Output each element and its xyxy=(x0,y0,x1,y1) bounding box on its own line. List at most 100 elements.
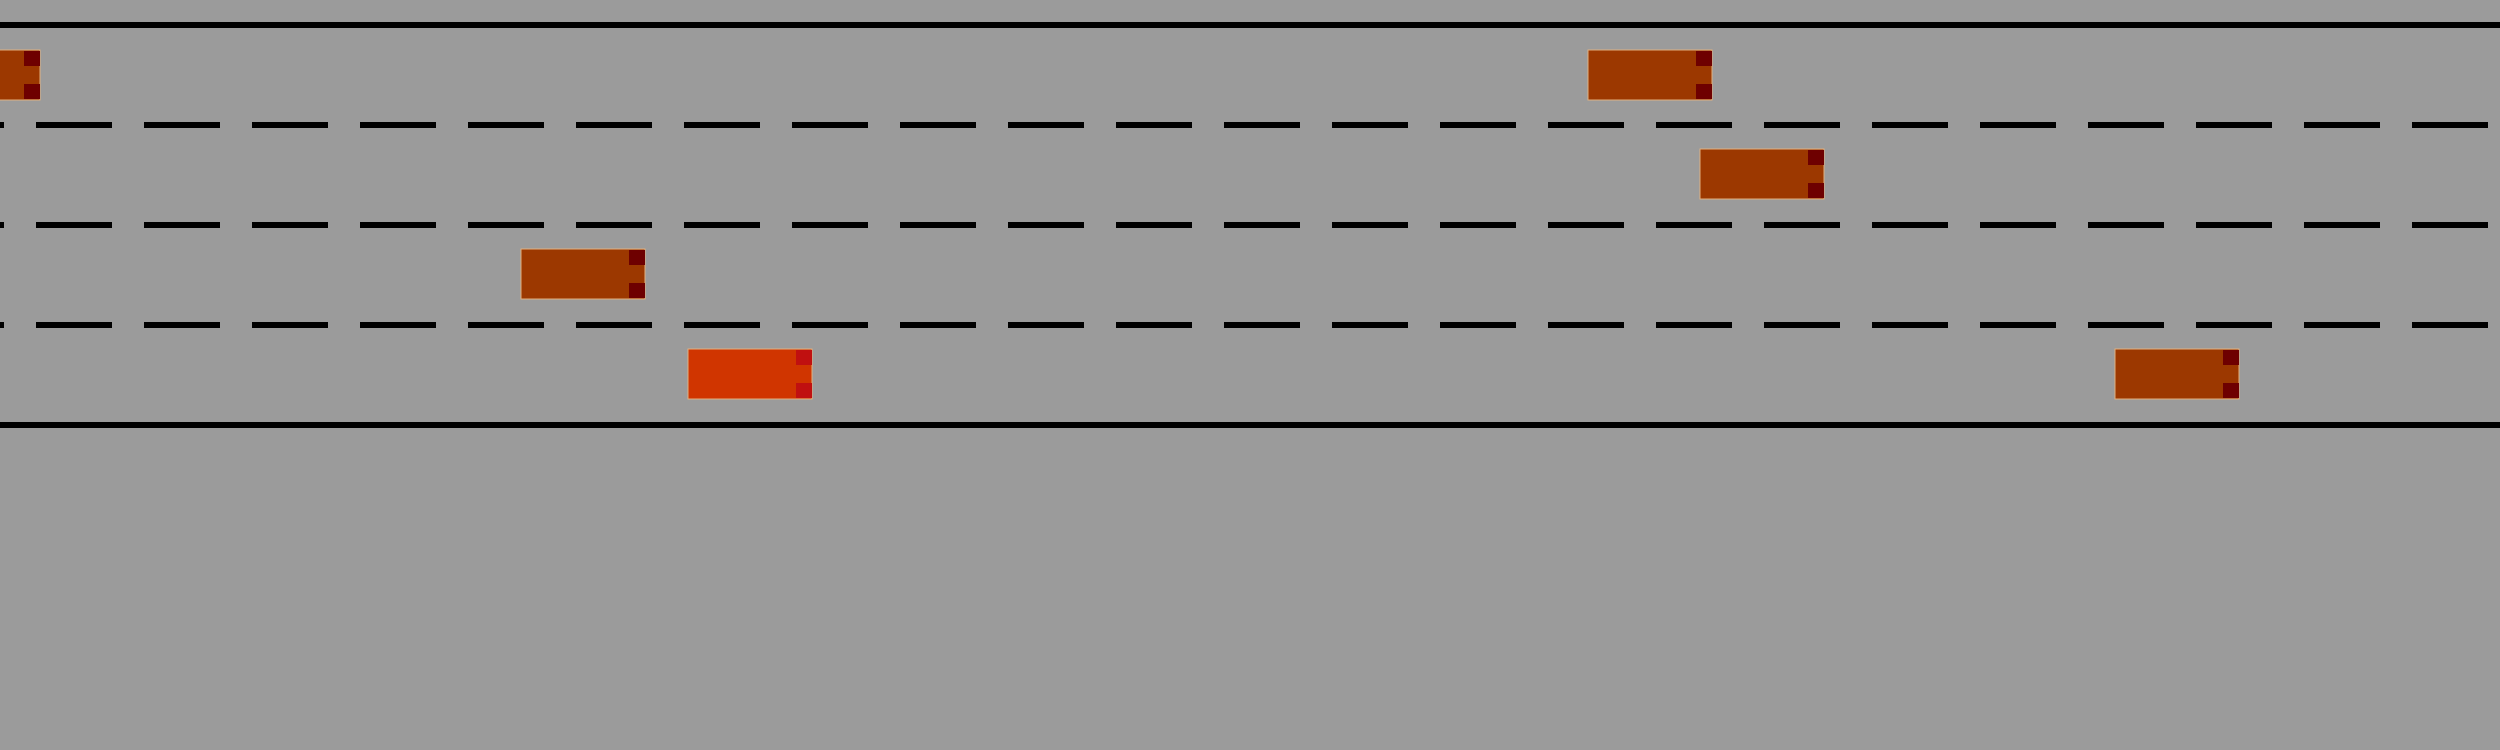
lane-dash xyxy=(1224,322,1300,328)
lane-dash xyxy=(1008,222,1084,228)
lane-dash xyxy=(1980,322,2056,328)
lane-dash xyxy=(792,122,868,128)
lane-dash xyxy=(1764,222,1840,228)
lane-dash xyxy=(144,322,220,328)
lane-dash xyxy=(2196,122,2272,128)
lane-dash xyxy=(1332,122,1408,128)
lane-dash xyxy=(1116,322,1192,328)
vehicle-car-4 xyxy=(520,248,646,300)
lane-dash xyxy=(468,322,544,328)
lane-dash xyxy=(576,222,652,228)
lane-dash xyxy=(252,222,328,228)
lane-dash xyxy=(0,222,4,228)
lane-dash xyxy=(792,222,868,228)
lane-divider-2 xyxy=(0,222,2488,228)
lane-dash xyxy=(1224,122,1300,128)
vehicle-headlight-right xyxy=(1808,183,1824,198)
lane-dash xyxy=(684,322,760,328)
lane-dash xyxy=(1764,322,1840,328)
lane-dash xyxy=(576,122,652,128)
vehicle-headlight-right xyxy=(796,383,812,398)
lane-dash xyxy=(36,122,112,128)
vehicle-headlight-right xyxy=(2223,383,2239,398)
lane-dash xyxy=(1008,122,1084,128)
ego-vehicle xyxy=(687,348,813,400)
vehicle-body xyxy=(687,348,813,400)
lane-dash xyxy=(900,222,976,228)
lane-dash xyxy=(1440,322,1516,328)
vehicle-car-2 xyxy=(1587,49,1713,101)
lane-dash xyxy=(1440,222,1516,228)
highway-scene xyxy=(0,0,2500,750)
lane-dash xyxy=(252,122,328,128)
lane-dash xyxy=(360,122,436,128)
lane-dash xyxy=(1224,222,1300,228)
vehicle-car-1 xyxy=(0,49,41,101)
vehicle-car-3 xyxy=(1699,148,1825,200)
lane-dash xyxy=(2304,322,2380,328)
vehicle-body xyxy=(2114,348,2240,400)
vehicle-headlight-left xyxy=(1808,150,1824,165)
lane-dash xyxy=(468,122,544,128)
lane-dash xyxy=(1656,122,1732,128)
road-edge-top xyxy=(0,22,2500,28)
lane-dash xyxy=(1764,122,1840,128)
lane-dash xyxy=(360,222,436,228)
lane-dash xyxy=(1548,222,1624,228)
vehicle-body xyxy=(1587,49,1713,101)
lane-divider-1 xyxy=(0,122,2488,128)
lane-dash xyxy=(468,222,544,228)
vehicle-headlight-left xyxy=(629,250,645,265)
vehicle-body xyxy=(520,248,646,300)
vehicle-headlight-left xyxy=(1696,51,1712,66)
lane-dash xyxy=(1332,222,1408,228)
lane-dash xyxy=(0,122,4,128)
lane-dash xyxy=(1980,222,2056,228)
lane-dash xyxy=(144,222,220,228)
lane-dash xyxy=(576,322,652,328)
lane-dash xyxy=(2412,122,2488,128)
lane-dash xyxy=(36,322,112,328)
vehicle-headlight-right xyxy=(1696,84,1712,99)
vehicle-headlight-right xyxy=(24,84,40,99)
lane-dash xyxy=(360,322,436,328)
lane-dash xyxy=(900,122,976,128)
vehicle-headlight-right xyxy=(629,283,645,298)
lane-dash xyxy=(1332,322,1408,328)
vehicle-headlight-left xyxy=(24,51,40,66)
lane-dash xyxy=(0,322,4,328)
vehicle-car-5 xyxy=(2114,348,2240,400)
lane-dash xyxy=(684,122,760,128)
lane-dash xyxy=(252,322,328,328)
lane-dash xyxy=(792,322,868,328)
lane-dash xyxy=(900,322,976,328)
lane-dash xyxy=(2412,222,2488,228)
lane-dash xyxy=(2196,322,2272,328)
vehicle-headlight-left xyxy=(796,350,812,365)
lane-dash xyxy=(1980,122,2056,128)
lane-dash xyxy=(1116,222,1192,228)
lane-dash xyxy=(2304,122,2380,128)
lane-dash xyxy=(144,122,220,128)
lane-dash xyxy=(1548,122,1624,128)
lane-dash xyxy=(1872,222,1948,228)
lane-dash xyxy=(2088,322,2164,328)
lane-divider-3 xyxy=(0,322,2488,328)
lane-dash xyxy=(1872,322,1948,328)
lane-dash xyxy=(36,222,112,228)
lane-dash xyxy=(1548,322,1624,328)
lane-dash xyxy=(1008,322,1084,328)
lane-dash xyxy=(1116,122,1192,128)
vehicle-body xyxy=(1699,148,1825,200)
lane-dash xyxy=(2412,322,2488,328)
lane-dash xyxy=(1656,322,1732,328)
lane-dash xyxy=(2196,222,2272,228)
lane-dash xyxy=(1656,222,1732,228)
vehicle-headlight-left xyxy=(2223,350,2239,365)
lane-dash xyxy=(2088,122,2164,128)
lane-dash xyxy=(1440,122,1516,128)
lane-dash xyxy=(2304,222,2380,228)
lane-dash xyxy=(1872,122,1948,128)
road-edge-bottom xyxy=(0,422,2500,428)
lane-dash xyxy=(684,222,760,228)
